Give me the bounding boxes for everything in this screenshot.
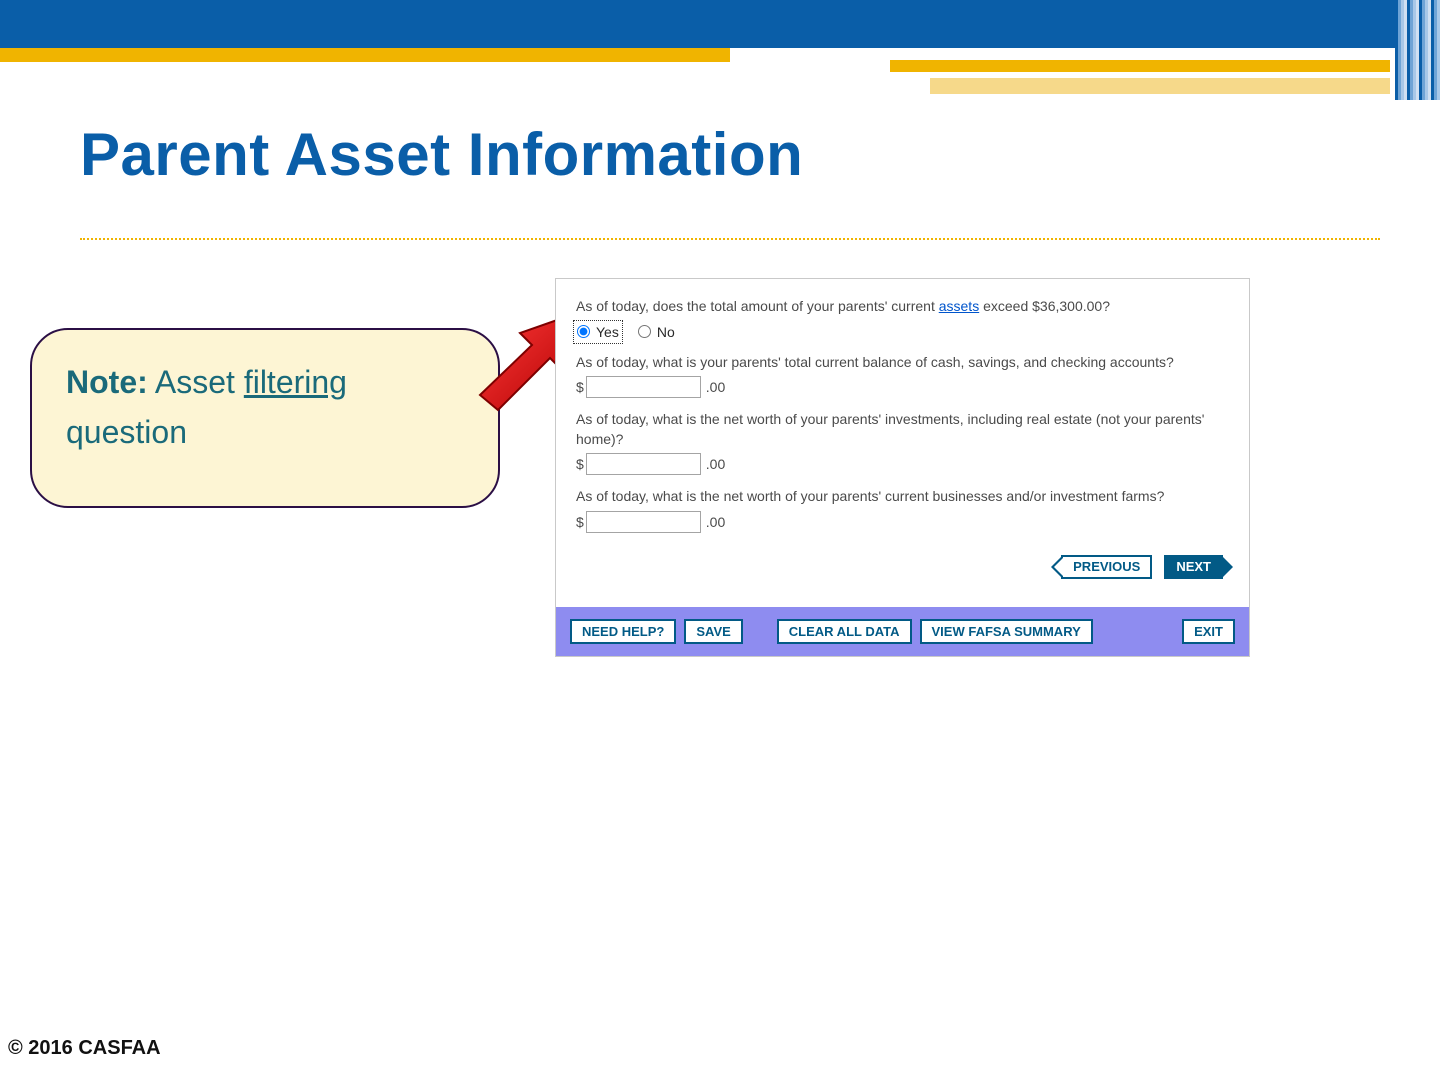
radio-yes[interactable]: Yes [576,323,620,341]
q3-dollar-sign: $ [576,456,584,472]
radio-yes-label: Yes [596,324,619,340]
asset-form-panel: As of today, does the total amount of yo… [555,278,1250,657]
header-right-stripes [1395,0,1440,100]
question-assets-threshold: As of today, does the total amount of yo… [576,297,1229,341]
q1-text-post: exceed $36,300.00? [979,298,1110,314]
note-label: Note: [66,364,148,400]
header-gold-bar-short [890,60,1390,72]
radio-no-input[interactable] [638,325,651,338]
question-business-farms: As of today, what is the net worth of yo… [576,487,1229,533]
previous-button[interactable]: PREVIOUS [1061,555,1152,579]
question-cash-balance: As of today, what is your parents' total… [576,353,1229,399]
previous-button-label: PREVIOUS [1073,559,1140,574]
next-button[interactable]: NEXT [1164,555,1223,579]
clear-all-data-button[interactable]: CLEAR ALL DATA [777,619,912,644]
header-gold-bar-long [0,48,730,62]
note-text-2: question [66,414,187,450]
q3-text: As of today, what is the net worth of yo… [576,410,1229,449]
next-button-label: NEXT [1176,559,1211,574]
question-investments: As of today, what is the net worth of yo… [576,410,1229,475]
note-text-1: Asset [148,364,244,400]
title-divider [80,238,1380,240]
assets-glossary-link[interactable]: assets [939,298,979,314]
need-help-button[interactable]: NEED HELP? [570,619,676,644]
copyright-text: © 2016 CASFAA [8,1037,161,1060]
note-callout: Note: Asset filtering question [30,328,500,508]
cash-balance-input[interactable] [586,376,701,398]
radio-yes-input[interactable] [577,325,590,338]
view-fafsa-summary-button[interactable]: VIEW FAFSA SUMMARY [920,619,1093,644]
q1-text-pre: As of today, does the total amount of yo… [576,298,939,314]
q4-text: As of today, what is the net worth of yo… [576,487,1229,507]
radio-no[interactable]: No [638,324,675,340]
exit-button[interactable]: EXIT [1182,619,1235,644]
q2-text: As of today, what is your parents' total… [576,353,1229,373]
header-gold-bar-light [930,78,1390,94]
q2-cents: .00 [706,379,725,395]
q4-dollar-sign: $ [576,514,584,530]
save-button[interactable]: SAVE [684,619,742,644]
note-underlined: filtering [244,364,347,400]
q2-dollar-sign: $ [576,379,584,395]
form-bottom-bar: NEED HELP? SAVE CLEAR ALL DATA VIEW FAFS… [556,607,1249,656]
nav-row: PREVIOUS NEXT [576,555,1229,579]
business-farms-input[interactable] [586,511,701,533]
investments-input[interactable] [586,453,701,475]
header-blue-band [0,0,1440,48]
page-title: Parent Asset Information [80,120,803,189]
radio-no-label: No [657,324,675,340]
q4-cents: .00 [706,514,725,530]
q3-cents: .00 [706,456,725,472]
